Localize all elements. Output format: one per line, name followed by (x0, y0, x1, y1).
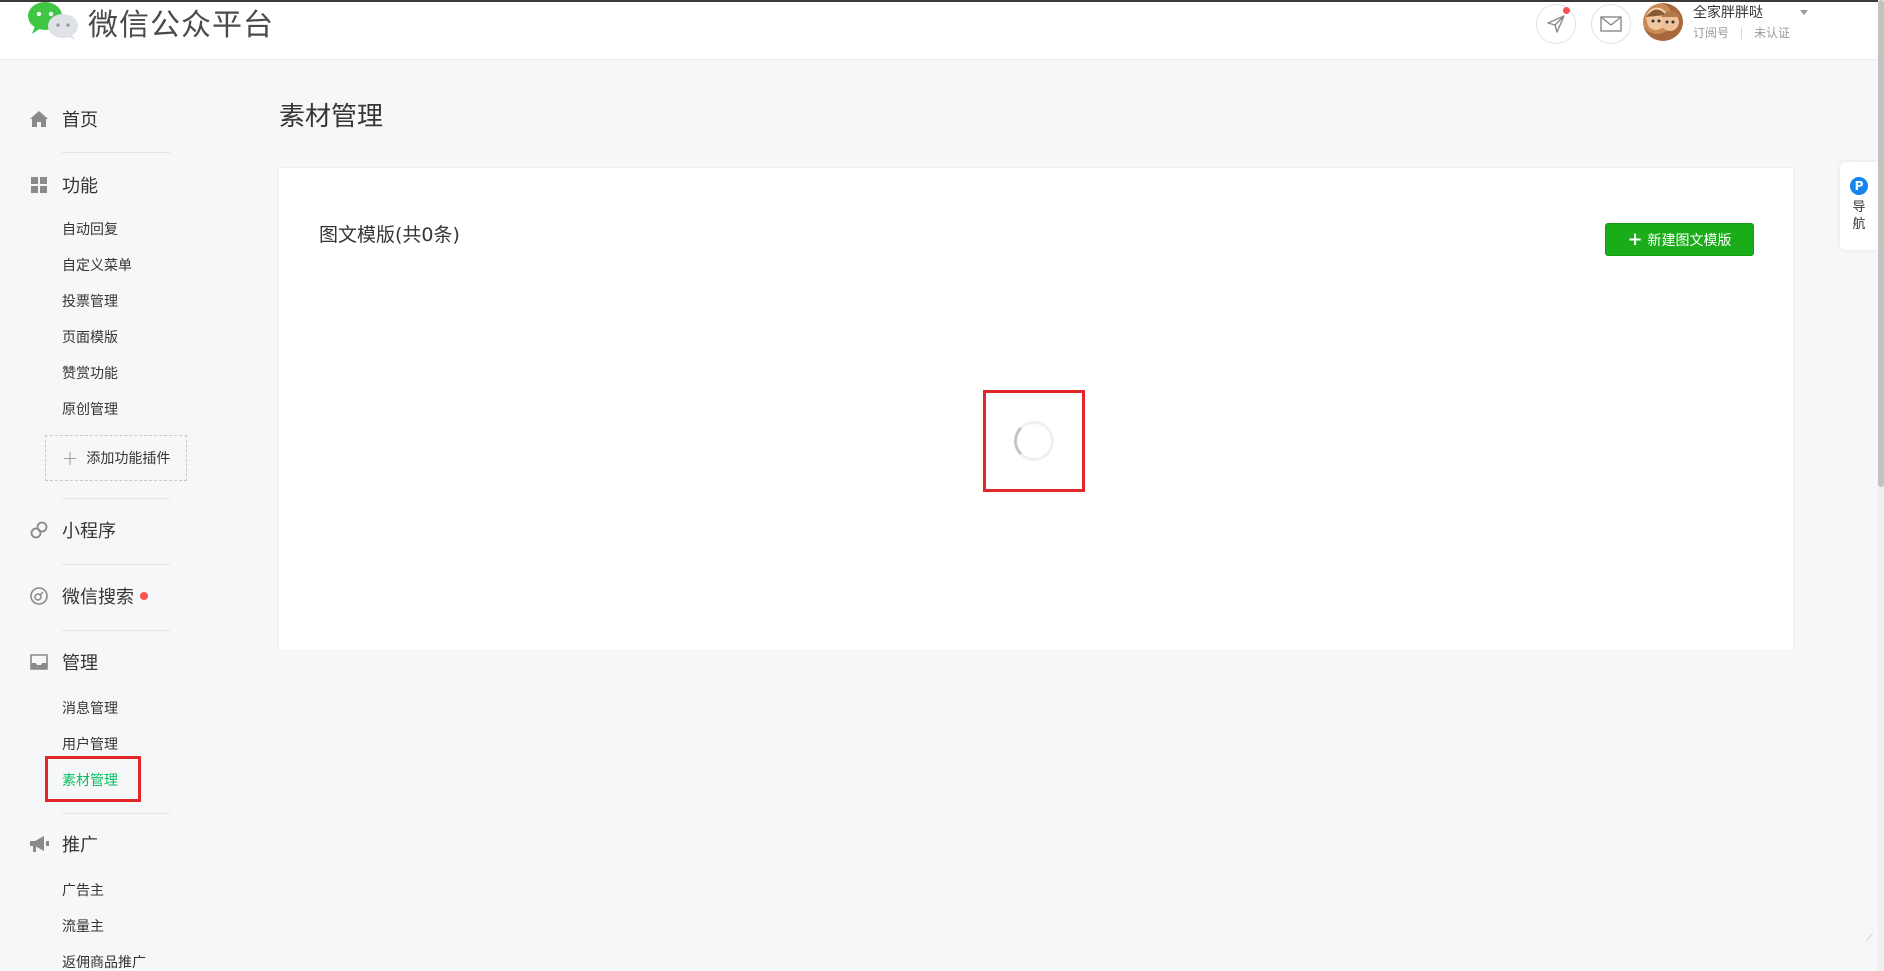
scrollbar-thumb[interactable] (1878, 0, 1884, 487)
sidebar-item-label: 微信搜索 (62, 587, 134, 608)
link-icon (28, 519, 50, 541)
highlight-box-materials (45, 756, 141, 802)
avatar[interactable] (1643, 3, 1683, 41)
home-icon (28, 108, 50, 130)
inbox-icon (28, 651, 50, 673)
sidebar-item-auto-reply[interactable]: 自动回复 (62, 219, 118, 239)
sidebar-item-label: 首页 (62, 110, 98, 131)
divider (62, 564, 170, 565)
account-type: 订阅号 (1693, 26, 1730, 40)
sidebar-item-users[interactable]: 用户管理 (62, 734, 118, 754)
sidebar-item-messages[interactable]: 消息管理 (62, 698, 118, 718)
floating-nav[interactable]: P 导 航 (1840, 162, 1878, 250)
highlight-box-spinner (983, 390, 1085, 492)
grid-icon (28, 174, 50, 196)
sidebar-item-search[interactable]: 微信搜索 (28, 581, 148, 611)
sidebar-item-rebate[interactable]: 返佣商品推广 (62, 952, 146, 971)
account-meta: 订阅号 未认证 (1693, 24, 1790, 41)
p-badge-icon: P (1850, 177, 1868, 195)
sidebar-item-advertiser[interactable]: 广告主 (62, 880, 104, 900)
floating-nav-label-2: 航 (1852, 217, 1866, 232)
add-plugin-label: 添加功能插件 (86, 451, 171, 467)
sidebar-item-label: 小程序 (62, 521, 116, 542)
loading-spinner-area (983, 390, 1085, 492)
divider (62, 813, 170, 814)
top-header: 微信公众平台 全家胖胖哒 订阅号 未认证 (0, 2, 1880, 60)
brand-name[interactable]: 微信公众平台 (88, 0, 274, 44)
page-title: 素材管理 (279, 102, 384, 132)
sidebar-item-label: 推广 (62, 835, 98, 856)
sidebar-item-label: 功能 (62, 176, 98, 197)
add-plugin-button[interactable]: + 添加功能插件 (45, 435, 187, 481)
sidebar-item-features[interactable]: 功能 (28, 170, 98, 200)
sidebar-item-page-template[interactable]: 页面模版 (62, 327, 118, 347)
card-title: 图文模版(共0条) (319, 224, 460, 246)
sidebar-item-vote[interactable]: 投票管理 (62, 291, 118, 311)
sidebar-item-original[interactable]: 原创管理 (62, 399, 118, 419)
sidebar-item-miniprogram[interactable]: 小程序 (28, 515, 116, 545)
plus-icon: + (61, 446, 79, 470)
plus-icon: + (1627, 228, 1643, 250)
sidebar-item-promote[interactable]: 推广 (28, 829, 98, 859)
sidebar-item-label: 管理 (62, 653, 98, 674)
account-name[interactable]: 全家胖胖哒 (1693, 2, 1763, 22)
envelope-icon[interactable] (1591, 4, 1631, 44)
paper-plane-icon[interactable] (1536, 4, 1576, 44)
caret-down-icon[interactable] (1800, 10, 1808, 15)
megaphone-icon (28, 833, 50, 855)
divider (62, 152, 170, 153)
wechat-logo-icon[interactable] (27, 2, 81, 42)
notification-dot (1563, 7, 1570, 14)
sidebar-item-manage[interactable]: 管理 (28, 647, 98, 677)
divider (62, 630, 170, 631)
new-template-label: 新建图文模版 (1647, 232, 1732, 249)
new-template-button[interactable]: + 新建图文模版 (1605, 223, 1754, 256)
meta-separator (1741, 26, 1743, 39)
sidebar-item-reward[interactable]: 赞赏功能 (62, 363, 118, 383)
verification-status: 未认证 (1754, 26, 1791, 40)
floating-nav-label-1: 导 (1852, 200, 1866, 215)
sidebar-item-custom-menu[interactable]: 自定义菜单 (62, 255, 132, 275)
vertical-scrollbar[interactable] (1878, 0, 1884, 971)
divider (62, 498, 170, 499)
sidebar-item-home[interactable]: 首页 (28, 104, 98, 134)
search-icon (28, 585, 50, 607)
sidebar-item-publisher[interactable]: 流量主 (62, 916, 104, 936)
resize-corner-icon: ⟋ (1866, 933, 1873, 944)
new-badge-dot (140, 592, 148, 600)
